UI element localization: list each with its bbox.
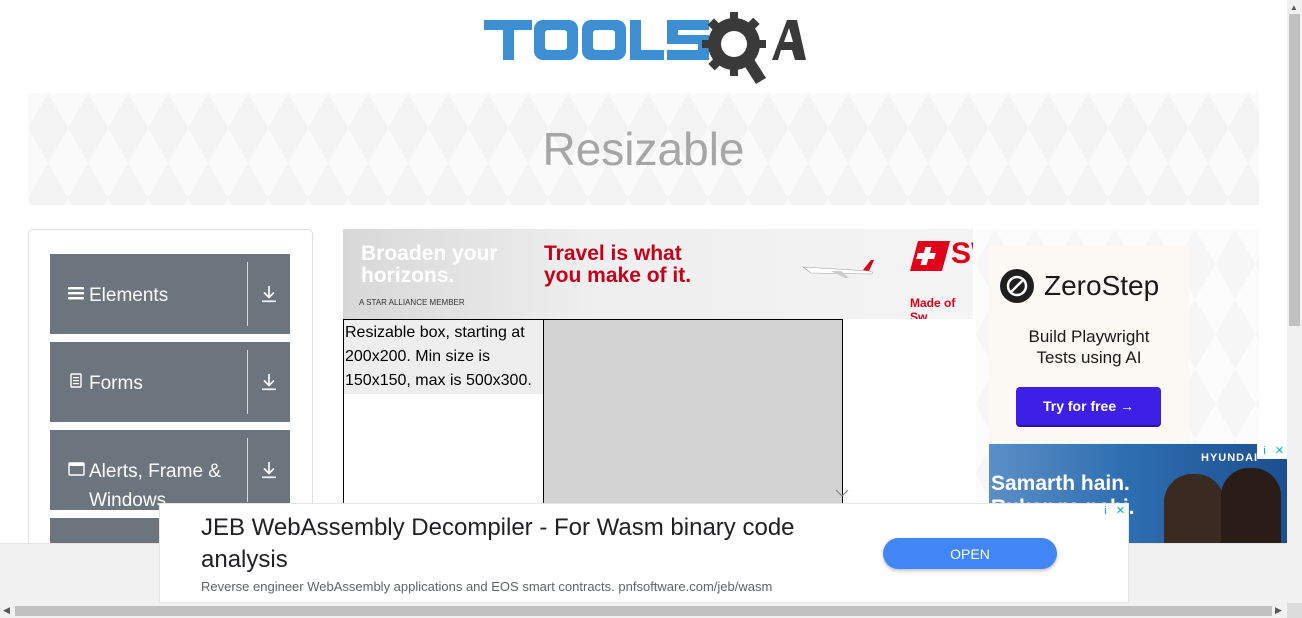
scrollbar-thumb[interactable] bbox=[15, 606, 1272, 616]
ad-headline-line2: horizons. bbox=[361, 264, 455, 287]
ad-red-line2: you make of it. bbox=[544, 264, 692, 287]
ad-info-icon[interactable]: i bbox=[1257, 444, 1272, 459]
download-icon[interactable] bbox=[248, 254, 290, 334]
document-icon bbox=[67, 369, 85, 398]
airplane-icon bbox=[802, 260, 874, 278]
ad-bottom-description: Reverse engineer WebAssembly application… bbox=[201, 579, 773, 594]
page-title: Resizable bbox=[542, 123, 745, 175]
ad-close-icon[interactable]: ✕ bbox=[1113, 504, 1128, 519]
hamburger-icon bbox=[67, 281, 85, 310]
swiss-advertisement[interactable]: Broaden your horizons. A STAR ALLIANCE M… bbox=[343, 229, 973, 319]
horizontal-scrollbar[interactable]: ◀ ▶ bbox=[0, 603, 1287, 618]
person-image bbox=[1221, 468, 1281, 544]
open-button[interactable]: OPEN bbox=[883, 538, 1057, 569]
zerostep-subtitle-line2: Tests using AI bbox=[1036, 348, 1142, 367]
sidebar-group-elements[interactable]: Elements bbox=[50, 254, 290, 334]
person-image bbox=[1164, 474, 1224, 544]
page-banner: Resizable bbox=[28, 93, 1259, 205]
ad-headline-line1: Broaden your bbox=[361, 242, 498, 265]
chevron-down-icon[interactable] bbox=[835, 486, 849, 500]
toolsqa-logo[interactable] bbox=[484, 8, 806, 84]
scroll-left-icon[interactable]: ◀ bbox=[3, 605, 10, 616]
scroll-up-icon[interactable]: ▲ bbox=[1290, 3, 1298, 12]
bottom-advertisement[interactable]: JEB WebAssembly Decompiler - For Wasm bi… bbox=[159, 503, 1129, 603]
try-for-free-button[interactable]: Try for free → bbox=[1016, 387, 1161, 425]
scroll-right-icon[interactable]: ▶ bbox=[1275, 605, 1282, 616]
ad-member-text: A STAR ALLIANCE MEMBER bbox=[359, 298, 465, 307]
zerostep-subtitle-line1: Build Playwright bbox=[1028, 327, 1150, 346]
resizable-box-text: Resizable box, starting at 200x200. Min … bbox=[344, 320, 543, 394]
scrollbar-thumb[interactable] bbox=[1289, 14, 1300, 326]
zerostep-advertisement[interactable]: ZeroStep Build Playwright Tests using AI… bbox=[989, 245, 1189, 445]
ad-close-icon[interactable]: ✕ bbox=[1272, 444, 1287, 459]
ad-info-icon[interactable]: i bbox=[1098, 504, 1113, 519]
ad-made-of: Made of Sw bbox=[910, 296, 956, 319]
hyundai-line1: Samarth hain. bbox=[991, 472, 1130, 495]
ad-red-line1: Travel is what bbox=[544, 242, 682, 265]
download-icon[interactable] bbox=[248, 430, 290, 510]
hyundai-brand: HYUNDAI bbox=[1201, 452, 1259, 464]
download-icon[interactable] bbox=[248, 342, 290, 422]
sidebar-group-label: Alerts, Frame & bbox=[89, 461, 221, 482]
sidebar-group-alerts[interactable]: Alerts, Frame & Windows bbox=[50, 430, 290, 511]
scrollbar-corner bbox=[1287, 603, 1302, 618]
sidebar-group-forms[interactable]: Forms bbox=[50, 342, 290, 422]
zerostep-logo-icon bbox=[1000, 269, 1034, 303]
ad-brand-fragment: SW bbox=[951, 237, 973, 270]
swiss-flag-icon bbox=[910, 241, 950, 271]
ad-bottom-title[interactable]: JEB WebAssembly Decompiler - For Wasm bi… bbox=[201, 512, 841, 576]
sidebar-group-label: Elements bbox=[89, 285, 169, 306]
vertical-scrollbar[interactable]: ▲ bbox=[1287, 0, 1302, 603]
zerostep-name: ZeroStep bbox=[1044, 270, 1160, 301]
sidebar-group-label: Forms bbox=[89, 373, 143, 394]
window-icon bbox=[67, 457, 85, 486]
